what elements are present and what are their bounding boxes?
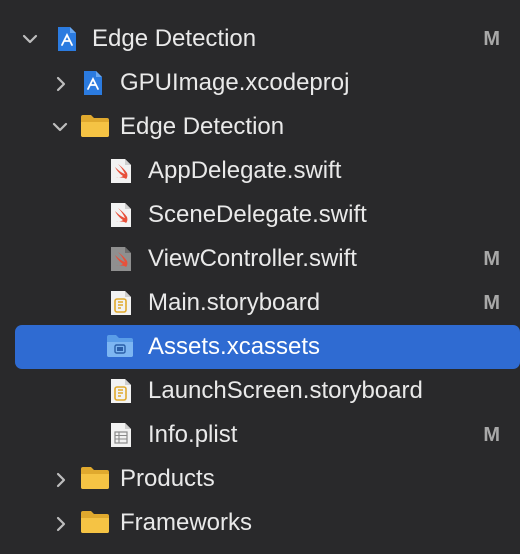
tree-row-launchscreen-storyboard[interactable]: LaunchScreen.storyboard [0, 369, 520, 413]
folder-icon [80, 466, 110, 492]
source-control-modified-badge: M [483, 424, 500, 446]
tree-row-frameworks-folder[interactable]: Frameworks [0, 501, 520, 545]
source-control-modified-badge: M [483, 292, 500, 314]
xcode-project-icon [56, 26, 82, 52]
tree-row-label: Frameworks [120, 509, 253, 536]
plist-file-icon [110, 422, 136, 448]
tree-row-viewcontroller-swift[interactable]: ViewController.swift M [0, 237, 520, 281]
tree-row-label: Edge Detection [120, 113, 285, 140]
swift-file-icon [110, 246, 136, 272]
tree-row-label: AppDelegate.swift [148, 157, 342, 184]
source-control-modified-badge: M [483, 248, 500, 270]
tree-row-root-project[interactable]: Edge Detection M [0, 17, 520, 61]
tree-row-edge-detection-folder[interactable]: Edge Detection [0, 105, 520, 149]
tree-row-info-plist[interactable]: Info.plist M [0, 413, 520, 457]
folder-icon [80, 510, 110, 536]
storyboard-file-icon [110, 290, 136, 316]
xcode-project-icon [82, 70, 108, 96]
tree-row-appdelegate-swift[interactable]: AppDelegate.swift [0, 149, 520, 193]
tree-row-label: SceneDelegate.swift [148, 201, 367, 228]
tree-row-main-storyboard[interactable]: Main.storyboard M [0, 281, 520, 325]
tree-row-label: LaunchScreen.storyboard [148, 377, 423, 404]
tree-row-label: ViewController.swift [148, 245, 357, 272]
tree-row-label: Edge Detection [92, 25, 257, 52]
tree-row-products-folder[interactable]: Products [0, 457, 520, 501]
chevron-down-icon[interactable] [22, 32, 38, 46]
swift-file-icon [110, 158, 136, 184]
tree-row-gpuimage-xcodeproj[interactable]: GPUImage.xcodeproj [0, 61, 520, 105]
folder-icon [80, 114, 110, 140]
project-navigator: Edge Detection M GPUImage.xcodeproj Edge… [0, 0, 520, 554]
tree-row-assets-xcassets[interactable]: Assets.xcassets [0, 325, 520, 369]
chevron-right-icon[interactable] [54, 472, 68, 488]
chevron-down-icon[interactable] [52, 120, 68, 134]
tree-row-label: Info.plist [148, 421, 238, 448]
chevron-right-icon[interactable] [54, 516, 68, 532]
chevron-right-icon[interactable] [54, 76, 68, 92]
tree-row-label: Main.storyboard [148, 289, 321, 316]
asset-catalog-icon [106, 334, 134, 360]
swift-file-icon [110, 202, 136, 228]
source-control-modified-badge: M [483, 28, 500, 50]
storyboard-file-icon [110, 378, 136, 404]
tree-row-label: GPUImage.xcodeproj [120, 69, 350, 96]
tree-row-label: Products [120, 465, 215, 492]
tree-row-label: Assets.xcassets [148, 333, 321, 360]
tree-row-scenedelegate-swift[interactable]: SceneDelegate.swift [0, 193, 520, 237]
